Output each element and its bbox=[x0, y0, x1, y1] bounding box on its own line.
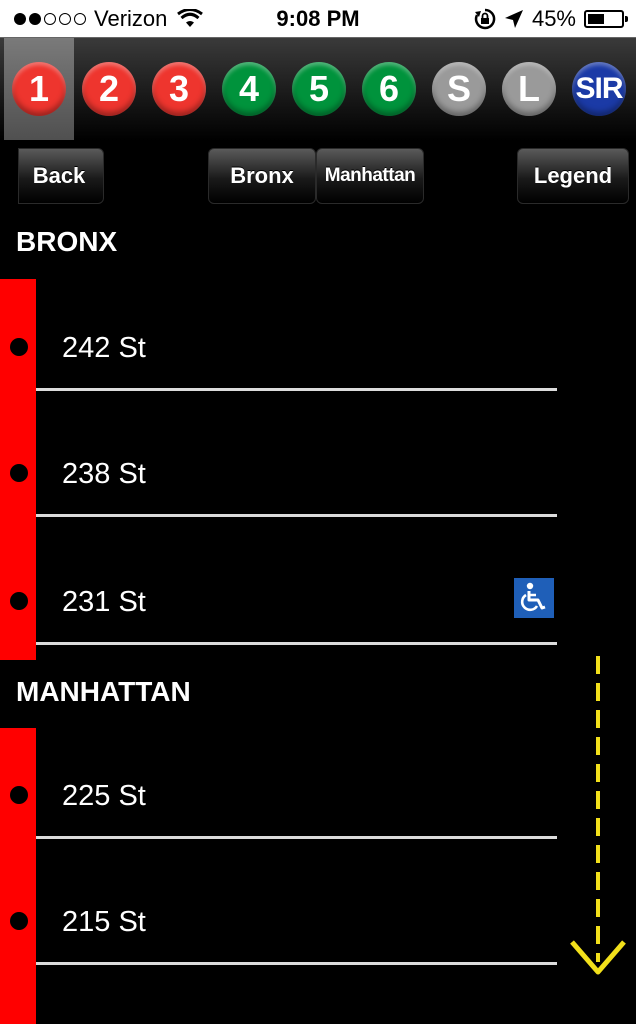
stop-dot-icon bbox=[10, 338, 28, 356]
line-tab-l[interactable]: L bbox=[494, 38, 564, 140]
station-row[interactable]: 238 St bbox=[0, 408, 560, 534]
section-header-manhattan: MANHATTAN bbox=[16, 676, 191, 707]
stop-dot-icon bbox=[10, 592, 28, 610]
line-tab-3[interactable]: 3 bbox=[144, 38, 214, 140]
divider bbox=[36, 388, 557, 391]
line-selector: 1 2 3 4 5 6 S L SIR bbox=[0, 37, 636, 141]
scroll-down-arrow-icon bbox=[570, 656, 626, 975]
line-tab-4[interactable]: 4 bbox=[214, 38, 284, 140]
line-bullet-icon: S bbox=[432, 62, 486, 116]
battery-icon bbox=[584, 10, 628, 28]
station-name: 231 St bbox=[62, 586, 146, 618]
line-bullet-icon: 4 bbox=[222, 62, 276, 116]
bronx-button[interactable]: Bronx bbox=[208, 148, 316, 204]
station-name: 238 St bbox=[62, 458, 146, 490]
rotation-lock-icon bbox=[474, 8, 496, 30]
line-tab-sir[interactable]: SIR bbox=[564, 38, 634, 140]
line-tab-1[interactable]: 1 bbox=[4, 38, 74, 140]
divider bbox=[36, 836, 557, 839]
station-row[interactable]: 231 St bbox=[0, 536, 560, 662]
line-bullet-icon: 1 bbox=[12, 62, 66, 116]
line-bullet-icon: L bbox=[502, 62, 556, 116]
wheelchair-accessible-icon bbox=[514, 578, 554, 618]
line-bullet-icon: 3 bbox=[152, 62, 206, 116]
back-button[interactable]: Back bbox=[18, 148, 104, 204]
divider bbox=[36, 962, 557, 965]
station-row[interactable]: 225 St bbox=[0, 730, 560, 856]
line-bullet-icon: SIR bbox=[572, 62, 626, 116]
line-tab-2[interactable]: 2 bbox=[74, 38, 144, 140]
line-bullet-icon: 5 bbox=[292, 62, 346, 116]
station-name: 225 St bbox=[62, 780, 146, 812]
stop-dot-icon bbox=[10, 464, 28, 482]
stop-dot-icon bbox=[10, 912, 28, 930]
divider bbox=[36, 514, 557, 517]
line-tab-6[interactable]: 6 bbox=[354, 38, 424, 140]
stop-dot-icon bbox=[10, 786, 28, 804]
section-header-bronx: BRONX bbox=[16, 226, 118, 257]
status-bar: Verizon 9:08 PM 45% bbox=[0, 0, 636, 37]
station-name: 242 St bbox=[62, 332, 146, 364]
line-bullet-icon: 2 bbox=[82, 62, 136, 116]
station-row[interactable]: 215 St bbox=[0, 856, 560, 982]
line-tab-s[interactable]: S bbox=[424, 38, 494, 140]
divider bbox=[36, 642, 557, 645]
location-arrow-icon bbox=[504, 10, 523, 28]
battery-percent: 45% bbox=[531, 6, 576, 31]
legend-button[interactable]: Legend bbox=[517, 148, 629, 204]
station-name: 215 St bbox=[62, 906, 146, 938]
manhattan-button[interactable]: Manhattan bbox=[316, 148, 424, 204]
line-tab-5[interactable]: 5 bbox=[284, 38, 354, 140]
line-bullet-icon: 6 bbox=[362, 62, 416, 116]
nav-bar: Back Bronx Manhattan Legend bbox=[0, 140, 636, 212]
station-row[interactable]: 242 St bbox=[0, 282, 560, 408]
